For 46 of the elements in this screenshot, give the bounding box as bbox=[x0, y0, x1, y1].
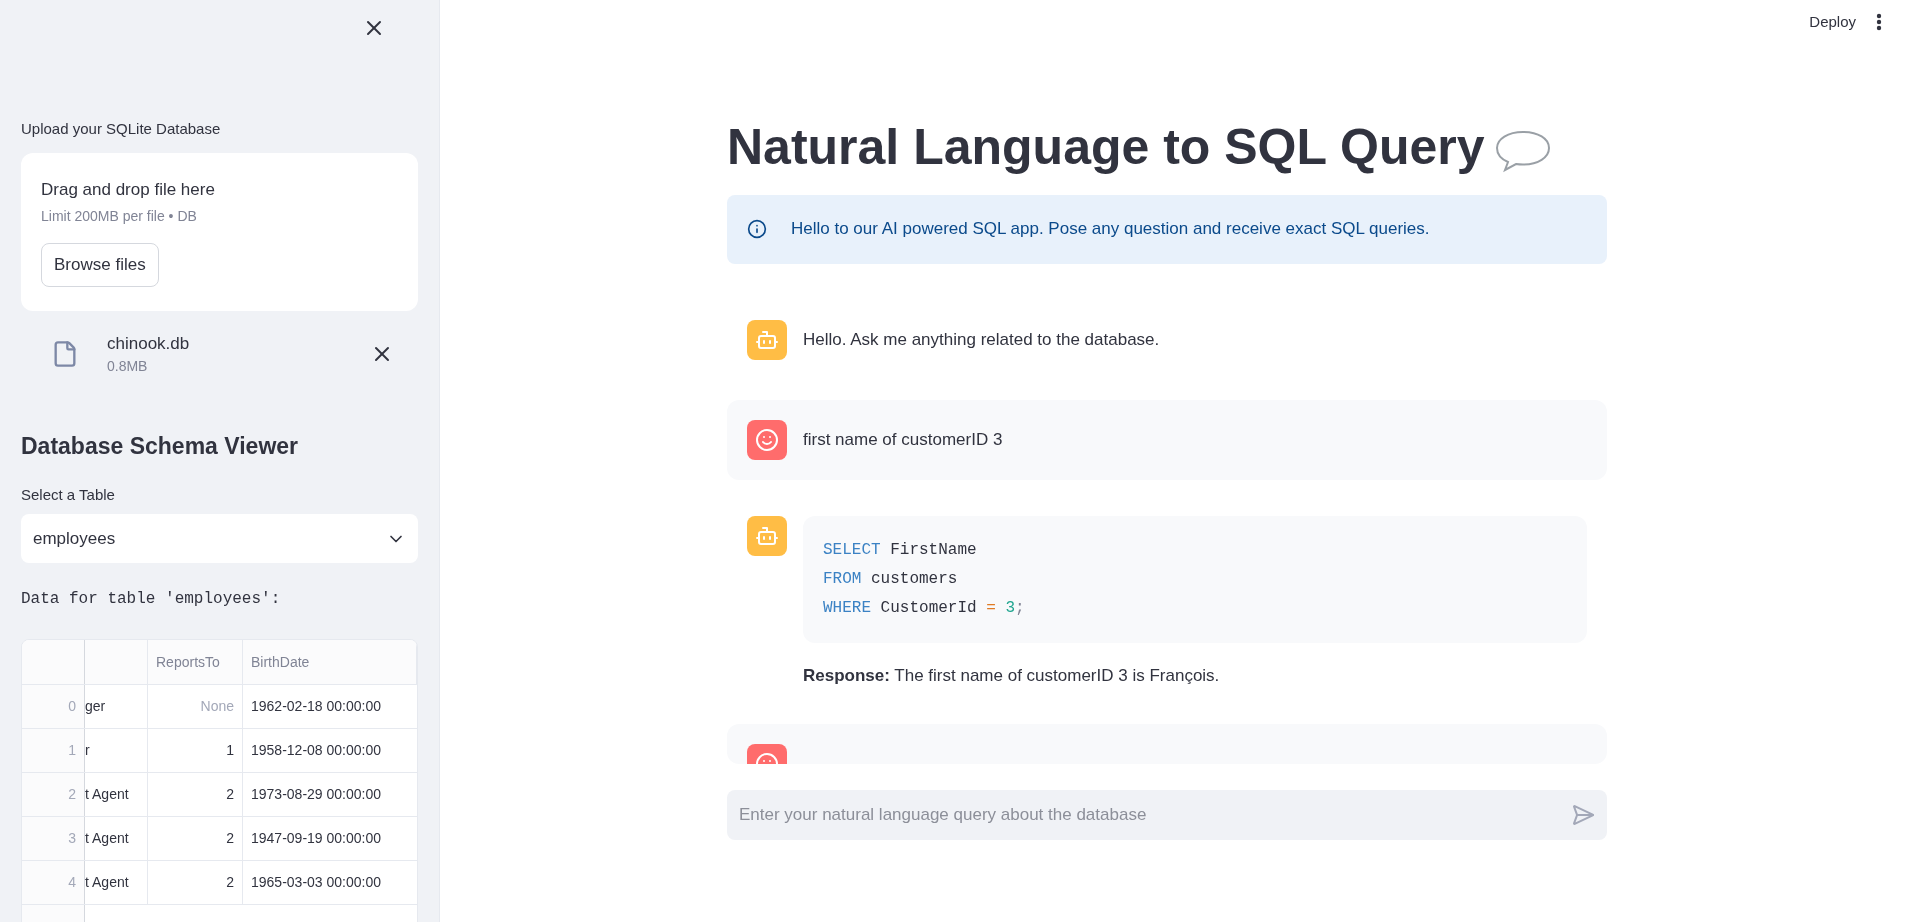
file-name: chinook.db bbox=[107, 332, 191, 355]
column-header[interactable]: BirthDate bbox=[243, 640, 417, 684]
message-text: Hello. Ask me anything related to the database. bbox=[803, 328, 1160, 351]
table-cell: 2 bbox=[148, 817, 243, 860]
chat-input[interactable]: Enter your natural language query about the database bbox=[727, 789, 1607, 840]
table-cell: ger bbox=[85, 685, 148, 728]
info-text: Hello to our AI powered SQL app. Pose any question and receive exact SQL queries. bbox=[791, 218, 1430, 241]
file-size: 0.8MB bbox=[107, 357, 149, 376]
table-cell: 2 bbox=[148, 773, 243, 816]
table-cell: 1 bbox=[148, 729, 243, 772]
kebab-menu-icon bbox=[1876, 13, 1882, 31]
browse-files-button[interactable]: Browse files bbox=[41, 243, 159, 287]
sql-code-block: SELECT FirstName FROM customers WHERE CustomerId = 3; bbox=[803, 515, 1587, 643]
row-index: 3 bbox=[22, 817, 85, 860]
face-icon bbox=[755, 427, 779, 452]
column-header[interactable]: ReportsTo bbox=[148, 640, 243, 684]
table-cell: t Agent bbox=[85, 861, 148, 904]
table-cell-text: 1947-09-19 00:00:00 bbox=[250, 829, 382, 848]
response-text: Response: The first name of customerID 3 is François. bbox=[803, 664, 1221, 687]
info-icon bbox=[747, 219, 767, 239]
upload-label: Upload your SQLite Database bbox=[21, 119, 222, 139]
table-cell: None bbox=[148, 685, 243, 728]
file-dropzone[interactable]: Drag and drop file here Limit 200MB per file • DB Browse files bbox=[21, 152, 418, 311]
row-index: 1 bbox=[22, 729, 85, 772]
deploy-button[interactable]: Deploy bbox=[1809, 10, 1856, 34]
table-cell: 2 bbox=[148, 861, 243, 904]
schema-title: Database Schema Viewer bbox=[21, 432, 299, 461]
row-index: 0 bbox=[22, 685, 85, 728]
table-select[interactable]: employees bbox=[21, 514, 418, 563]
dropzone-title: Drag and drop file here bbox=[41, 178, 215, 201]
page-title: Natural Language to SQL Query bbox=[727, 118, 1485, 177]
row-index: 4 bbox=[22, 861, 85, 904]
message-text: first name of customerID 3 bbox=[803, 428, 1003, 451]
table-cell: r bbox=[85, 729, 148, 772]
query-input[interactable]: Enter your natural language query about the database bbox=[739, 801, 1571, 828]
table-cell-text: 1965-03-03 00:00:00 bbox=[250, 873, 382, 892]
select-label: Select a Table bbox=[21, 484, 116, 505]
table-cell-text: 1958-12-08 00:00:00 bbox=[250, 741, 382, 760]
more-options-button[interactable] bbox=[1876, 13, 1882, 31]
dropzone-hint: Limit 200MB per file • DB bbox=[41, 207, 197, 226]
table-cell: t Agent bbox=[85, 817, 148, 860]
table-caption: Data for table 'employees': bbox=[21, 589, 282, 610]
table-cell-text: 1973-08-29 00:00:00 bbox=[250, 785, 382, 804]
table-cell: t Agent bbox=[85, 773, 148, 816]
table-cell-text: 1962-02-18 00:00:00 bbox=[250, 697, 382, 716]
row-index: 2 bbox=[22, 773, 85, 816]
